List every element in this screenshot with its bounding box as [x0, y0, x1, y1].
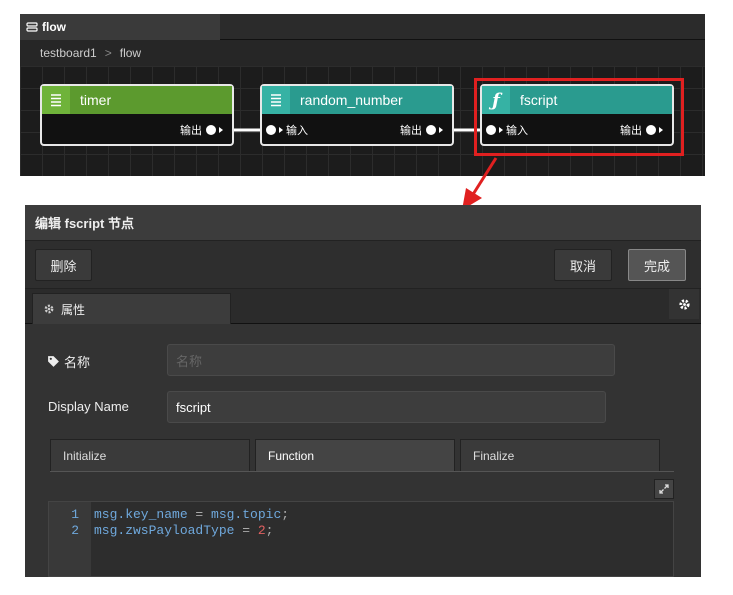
tab-properties[interactable]: 属性 — [32, 293, 231, 324]
input-label: 输入 — [286, 125, 308, 137]
pointer-arrow-icon — [462, 157, 498, 210]
tab-properties-label: 属性 — [61, 302, 86, 317]
code-token: = — [234, 522, 258, 538]
node-random-output[interactable]: 输出 — [400, 122, 446, 138]
tab-divider — [50, 471, 674, 472]
node-random-number[interactable]: random_number 输入 输出 — [260, 84, 454, 146]
breadcrumb: testboard1 > flow — [20, 40, 705, 66]
gear-icon — [678, 298, 690, 310]
edit-node-panel: 编辑 fscript 节点 删除 取消 完成 属性 名称 名称 Display … — [25, 205, 701, 577]
flow-icon — [26, 22, 38, 32]
line-number: 1 — [71, 506, 79, 522]
expand-editor-button[interactable] — [654, 479, 674, 499]
code-token: = — [187, 506, 212, 522]
code-token: ; — [281, 506, 290, 522]
breadcrumb-parent[interactable]: testboard1 — [40, 46, 97, 60]
input-port-dot[interactable] — [266, 125, 276, 135]
node-timer[interactable]: timer 输出 — [40, 84, 234, 146]
node-random-input[interactable]: 输入 — [266, 122, 308, 138]
code-text: msg.key_name = msg.topic; — [94, 507, 289, 522]
gear-icon — [44, 304, 54, 314]
settings-button[interactable] — [669, 289, 699, 319]
output-label: 输出 — [180, 125, 202, 137]
highlight-box — [474, 78, 684, 156]
name-label: 名称 — [47, 352, 90, 371]
node-random-header: random_number — [262, 86, 452, 114]
name-label-text: 名称 — [64, 355, 91, 370]
panel-title: 编辑 fscript 节点 — [25, 205, 701, 241]
line-number: 2 — [71, 522, 79, 538]
list-icon — [262, 86, 290, 114]
code-text: msg.zwsPayloadType = 2; — [94, 523, 273, 538]
code-token: msg.zwsPayloadType — [94, 522, 235, 538]
output-label: 输出 — [400, 125, 422, 137]
node-random-label: random_number — [300, 92, 403, 108]
done-button[interactable]: 完成 — [628, 249, 686, 281]
flow-tab-label: flow — [42, 20, 66, 34]
form-area: 名称 名称 Display Name fscript Initialize Fu… — [25, 325, 701, 577]
code-token: msg.key_name — [94, 506, 188, 522]
node-timer-output[interactable]: 输出 — [180, 122, 226, 138]
code-token: ; — [265, 522, 274, 538]
cancel-button[interactable]: 取消 — [554, 249, 612, 281]
expand-icon — [659, 484, 669, 494]
display-name-input[interactable]: fscript — [167, 391, 606, 423]
output-port-dot[interactable] — [206, 125, 216, 135]
flow-tabbar: flow — [20, 14, 705, 40]
node-timer-header: timer — [42, 86, 232, 114]
tag-icon — [48, 356, 59, 367]
code-line-1: 1 msg.key_name = msg.topic; — [49, 506, 289, 522]
tab-flow[interactable]: flow — [20, 14, 220, 40]
code-token: 2 — [257, 522, 266, 538]
tab-function[interactable]: Function — [255, 439, 455, 471]
output-arrow-icon — [219, 127, 223, 133]
code-editor[interactable]: 1 msg.key_name = msg.topic; 2 msg.zwsPay… — [48, 501, 674, 577]
code-token: msg.topic — [211, 506, 282, 522]
delete-button[interactable]: 删除 — [35, 249, 92, 281]
list-icon — [42, 86, 70, 114]
output-port-dot[interactable] — [426, 125, 436, 135]
input-arrow-icon — [279, 127, 283, 133]
breadcrumb-current: flow — [119, 46, 142, 60]
chevron-right-icon: > — [104, 46, 112, 60]
output-arrow-icon — [439, 127, 443, 133]
tab-finalize[interactable]: Finalize — [460, 439, 660, 471]
code-line-2: 2 msg.zwsPayloadType = 2; — [49, 522, 273, 538]
properties-tabrow: 属性 — [25, 289, 701, 324]
display-name-label: Display Name — [48, 399, 129, 414]
name-input[interactable]: 名称 — [167, 344, 615, 376]
tab-initialize[interactable]: Initialize — [50, 439, 250, 471]
node-timer-label: timer — [80, 92, 112, 108]
panel-toolbar: 删除 取消 完成 — [25, 241, 701, 289]
